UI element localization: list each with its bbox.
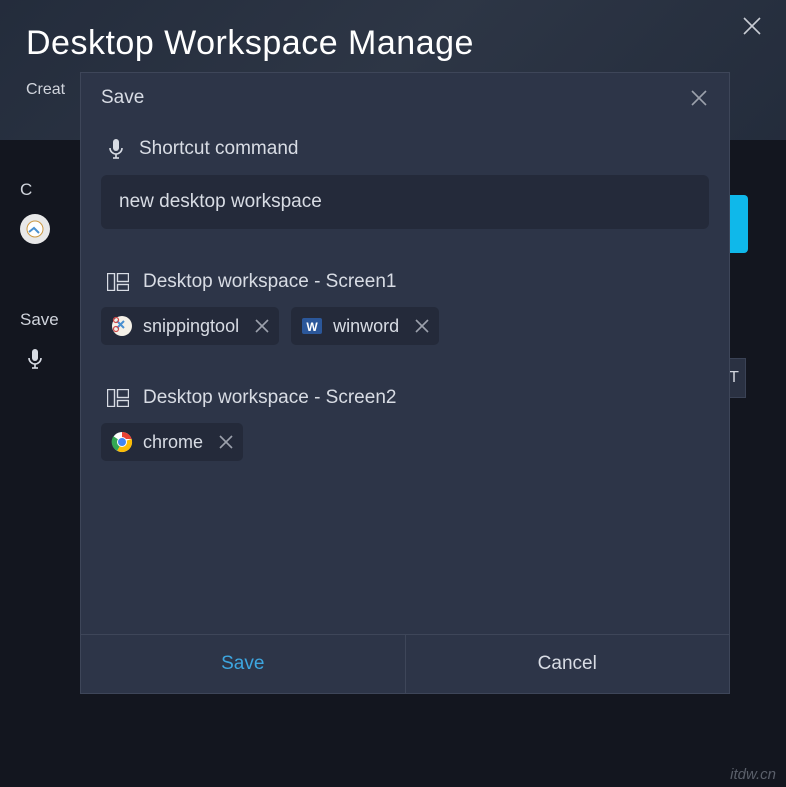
svg-text:W: W	[306, 320, 318, 334]
chip-remove-button[interactable]	[253, 317, 271, 335]
chrome-icon	[111, 431, 133, 453]
screen1-label-text: Desktop workspace - Screen1	[143, 271, 396, 293]
app-chip-snippingtool[interactable]: snippingtool	[101, 307, 279, 345]
shortcut-command-input[interactable]	[101, 175, 709, 229]
bg-saved-label: Save	[20, 310, 82, 330]
close-icon	[415, 319, 429, 333]
app-chip-chrome[interactable]: chrome	[101, 423, 243, 461]
dialog-body: Shortcut command Desktop workspace - Scr…	[81, 123, 729, 634]
bg-app-circle-icon	[20, 214, 50, 244]
page-title: Desktop Workspace Manage	[26, 24, 474, 63]
screen1-section-label: Desktop workspace - Screen1	[107, 271, 709, 293]
watermark-text: itdw.cn	[730, 766, 776, 783]
screen2-section-label: Desktop workspace - Screen2	[107, 387, 709, 409]
app-chip-label: chrome	[143, 432, 203, 453]
close-icon	[690, 89, 708, 107]
dialog-header: Save	[81, 73, 729, 123]
main-close-button[interactable]	[740, 14, 764, 38]
close-icon	[255, 319, 269, 333]
screen2-label-text: Desktop workspace - Screen2	[143, 387, 396, 409]
bg-current-label: C	[20, 180, 82, 200]
app-chip-label: snippingtool	[143, 316, 239, 337]
save-dialog: Save Shortcut command	[80, 72, 730, 694]
dialog-title: Save	[101, 87, 144, 109]
shortcut-label-text: Shortcut command	[139, 138, 298, 160]
layout-icon	[107, 273, 129, 291]
save-button[interactable]: Save	[81, 635, 406, 693]
app-chip-label: winword	[333, 316, 399, 337]
word-icon: W	[301, 315, 323, 337]
app-chip-winword[interactable]: W winword	[291, 307, 439, 345]
dialog-close-button[interactable]	[689, 88, 709, 108]
close-icon	[219, 435, 233, 449]
chip-remove-button[interactable]	[413, 317, 431, 335]
microphone-icon	[107, 137, 125, 161]
snippingtool-icon	[111, 315, 133, 337]
screen2-apps-row: chrome	[101, 423, 709, 461]
bg-mic-icon	[20, 344, 50, 374]
shortcut-section-label: Shortcut command	[107, 137, 709, 161]
chip-remove-button[interactable]	[217, 433, 235, 451]
dialog-footer: Save Cancel	[81, 634, 729, 693]
bg-panel-saved: Save	[20, 310, 82, 374]
bg-panel-current: C	[20, 180, 82, 270]
screen1-apps-row: snippingtool W winword	[101, 307, 709, 345]
close-icon	[742, 16, 762, 36]
cancel-button[interactable]: Cancel	[406, 635, 730, 693]
layout-icon	[107, 389, 129, 407]
